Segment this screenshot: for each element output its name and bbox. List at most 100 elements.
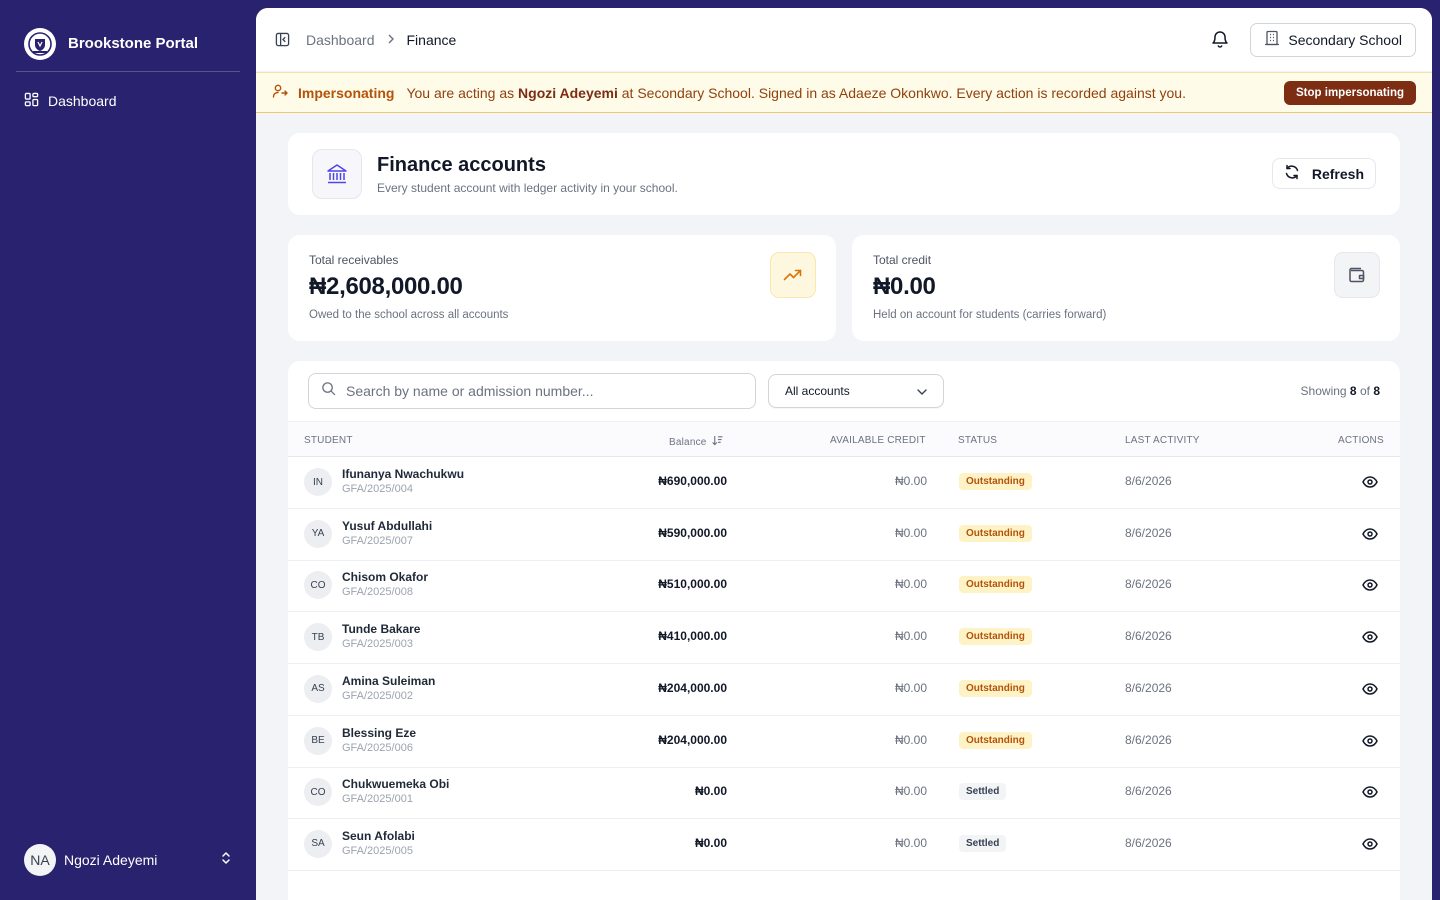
grid-icon [24, 92, 39, 110]
view-eye-icon[interactable] [1360, 472, 1380, 492]
avatar: BE [304, 726, 332, 755]
view-eye-icon[interactable] [1360, 679, 1380, 699]
account-filter-select[interactable]: All accounts [768, 374, 944, 408]
view-eye-icon[interactable] [1360, 731, 1380, 751]
table-row[interactable]: AS Amina Suleiman GFA/2025/002 ₦204,000.00 ₦… [288, 664, 1400, 716]
view-eye-icon[interactable] [1360, 575, 1380, 595]
avatar: CO [304, 571, 332, 600]
school-crest-icon [24, 27, 56, 60]
avatar: NA [24, 844, 56, 876]
admission-number: GFA/2025/008 [342, 586, 413, 599]
student-name[interactable]: Seun Afolabi [342, 829, 415, 843]
avatar: AS [304, 674, 332, 703]
search-input[interactable] [346, 383, 746, 399]
breadcrumb-dashboard[interactable]: Dashboard [306, 32, 375, 48]
column-last-activity: Last Activity [1125, 435, 1200, 446]
balance-value: ₦690,000.00 [658, 474, 727, 488]
balance-value: ₦204,000.00 [658, 680, 727, 695]
student-name[interactable]: Ifunanya Nwachukwu [342, 467, 464, 481]
view-eye-icon[interactable] [1360, 524, 1380, 544]
sort-descending-icon [711, 435, 723, 449]
admission-number: GFA/2025/004 [342, 483, 413, 495]
stop-impersonating-button[interactable]: Stop impersonating [1284, 81, 1416, 105]
view-eye-icon[interactable] [1360, 782, 1380, 802]
table-row[interactable]: IN Ifunanya Nwachukwu GFA/2025/004 ₦690,000… [288, 457, 1400, 509]
sidebar-toggle-icon[interactable] [272, 30, 292, 50]
student-name[interactable]: Chisom Okafor [342, 570, 428, 584]
student-name[interactable]: Yusuf Abdullahi [342, 519, 432, 533]
available-credit-value: ₦0.00 [894, 474, 927, 488]
brand-name: Brookstone Portal [68, 35, 199, 52]
balance-value: ₦0.00 [694, 835, 727, 850]
total-credit-card: Total credit ₦0.00 Held on account for s… [852, 235, 1400, 341]
table-row[interactable]: YA Yusuf Abdullahi GFA/2025/007 ₦590,000.00… [288, 509, 1400, 561]
notifications-bell-icon[interactable] [1206, 26, 1234, 54]
table-row[interactable]: BE Blessing Eze GFA/2025/006 ₦204,000.00 ₦0.… [288, 716, 1400, 768]
table-row[interactable]: CO Chukwuemeka Obi GFA/2025/001 ₦0.00 ₦0.00 S… [288, 767, 1400, 820]
stat-description: Held on account for students (carries fo… [873, 309, 1107, 321]
page-subtitle: Every student account with ledger activi… [377, 181, 678, 195]
available-credit-value: ₦0.00 [894, 629, 927, 644]
column-student: Student [304, 435, 353, 446]
student-name[interactable]: Chukwuemeka Obi [342, 777, 449, 791]
avatar: CO [304, 778, 332, 807]
student-name[interactable]: Amina Suleiman [342, 674, 435, 688]
admission-number: GFA/2025/006 [342, 741, 413, 754]
table-row[interactable]: TB Tunde Bakare GFA/2025/003 ₦410,000.00 ₦0.… [288, 612, 1400, 665]
student-name[interactable]: Blessing Eze [342, 726, 416, 740]
total-receivables-card: Total receivables ₦2,608,000.00 Owed to … [288, 235, 836, 341]
balance-value: ₦0.00 [694, 784, 727, 799]
total-credit-value: ₦0.00 [873, 273, 936, 300]
refresh-label: Refresh [1311, 165, 1364, 182]
brand[interactable]: Brookstone Portal [16, 16, 240, 72]
search-box[interactable] [308, 373, 756, 409]
admission-number: GFA/2025/001 [342, 793, 413, 806]
sidebar: Brookstone Portal Dashboard NA Ngozi Ade… [0, 0, 256, 900]
available-credit-value: ₦0.00 [894, 732, 927, 747]
accounts-table-card: All accounts Showing 8 of 8 Student Bala… [288, 361, 1400, 900]
balance-value: ₦204,000.00 [658, 732, 727, 747]
wallet-icon [1334, 252, 1380, 298]
available-credit-value: ₦0.00 [894, 835, 927, 850]
sidebar-item-dashboard[interactable]: Dashboard [16, 86, 240, 116]
banner-label: Impersonating [298, 84, 395, 101]
search-icon [321, 381, 336, 401]
refresh-button[interactable]: Refresh [1271, 158, 1376, 189]
page-title: Finance accounts [377, 154, 546, 176]
available-credit-value: ₦0.00 [894, 680, 927, 695]
view-eye-icon[interactable] [1360, 834, 1380, 854]
column-status: Status [958, 435, 998, 446]
last-activity-date: 8/6/2026 [1125, 680, 1172, 695]
balance-value: ₦410,000.00 [658, 629, 727, 644]
user-name: Ngozi Adeyemi [64, 852, 158, 868]
admission-number: GFA/2025/007 [342, 534, 413, 547]
bank-icon [312, 149, 362, 199]
last-activity-date: 8/6/2026 [1125, 835, 1172, 850]
main-panel: Dashboard Finance Secondary School Imper… [256, 8, 1432, 900]
last-activity-date: 8/6/2026 [1125, 629, 1172, 644]
avatar: TB [304, 623, 332, 652]
trending-up-icon [770, 252, 816, 298]
acting-as-name: Ngozi Adeyemi [518, 84, 618, 101]
user-menu[interactable]: NA Ngozi Adeyemi [16, 840, 240, 880]
sidebar-item-label: Dashboard [48, 93, 117, 109]
balance-value: ₦510,000.00 [658, 577, 727, 592]
view-eye-icon[interactable] [1360, 627, 1380, 647]
status-badge: Settled [959, 783, 1007, 801]
status-badge: Outstanding [959, 576, 1032, 594]
student-name[interactable]: Tunde Bakare [342, 622, 420, 636]
school-switcher-button[interactable]: Secondary School [1250, 22, 1416, 57]
chevrons-up-down-icon [220, 851, 232, 870]
chevron-right-icon [387, 32, 395, 47]
column-balance-sort[interactable]: Balance [669, 435, 723, 449]
table-row[interactable]: SA Seun Afolabi GFA/2025/005 ₦0.00 ₦0.00 Sett… [288, 819, 1400, 871]
school-switcher-label: Secondary School [1288, 31, 1402, 48]
refresh-icon [1284, 164, 1300, 183]
table-row[interactable]: CO Chisom Okafor GFA/2025/008 ₦510,000.00 ₦0… [288, 560, 1400, 613]
available-credit-value: ₦0.00 [894, 784, 927, 799]
stat-description: Owed to the school across all accounts [309, 309, 509, 321]
building-icon [1264, 30, 1280, 49]
table-header: Student Balance Available Credit Status … [288, 421, 1400, 457]
avatar: SA [304, 829, 332, 858]
last-activity-date: 8/6/2026 [1125, 732, 1172, 747]
